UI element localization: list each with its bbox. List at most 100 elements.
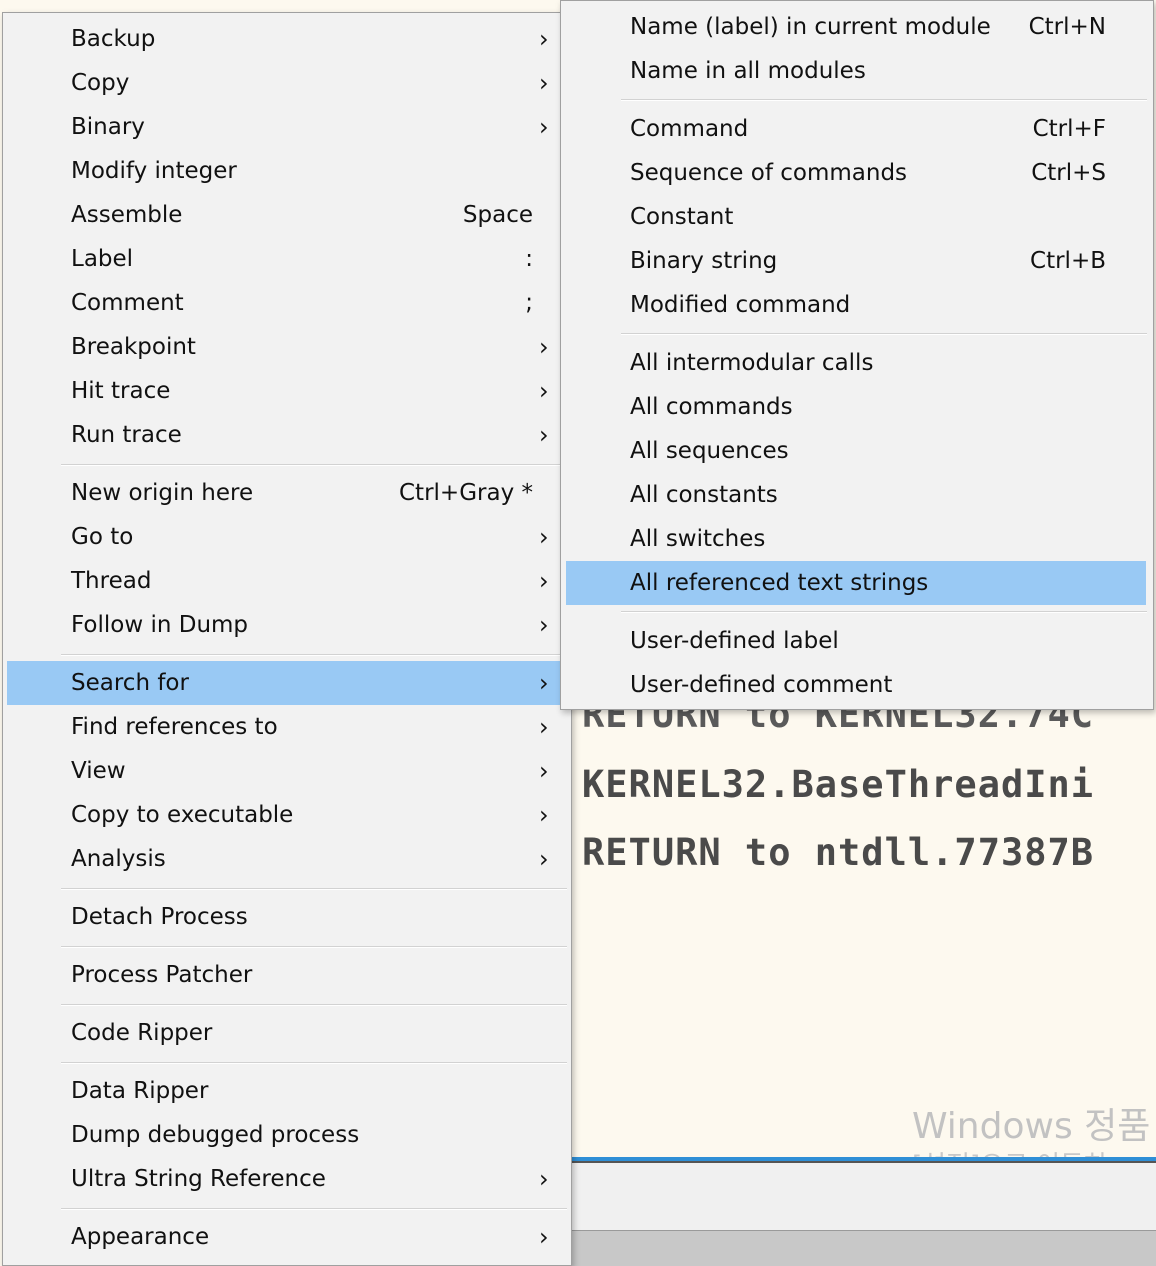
menu-separator xyxy=(61,1062,567,1064)
menu-item-shortcut: : xyxy=(525,246,533,272)
submenu-item-all-constants[interactable]: All constants xyxy=(566,473,1146,517)
submenu-item-user-defined-comment[interactable]: User-defined comment xyxy=(566,663,1146,707)
menu-item-label: All commands xyxy=(630,394,793,420)
menu-item-dump-debugged-process[interactable]: Dump debugged process xyxy=(7,1113,565,1157)
menu-item-label: Detach Process xyxy=(71,904,248,930)
menu-separator xyxy=(61,1004,567,1006)
lower-pane xyxy=(572,1163,1156,1230)
submenu-item-binary-string[interactable]: Binary string Ctrl+B xyxy=(566,239,1146,283)
menu-item-process-patcher[interactable]: Process Patcher xyxy=(7,953,565,997)
submenu-arrow-icon: › xyxy=(539,25,549,53)
menu-item-label: Dump debugged process xyxy=(71,1122,360,1148)
submenu-arrow-icon: › xyxy=(539,333,549,361)
menu-separator xyxy=(621,333,1147,335)
menu-item-label: Copy xyxy=(71,70,130,96)
submenu-item-command[interactable]: Command Ctrl+F xyxy=(566,107,1146,151)
menu-item-label: Binary string xyxy=(630,248,778,274)
menu-item-appearance[interactable]: Appearance › xyxy=(7,1215,565,1259)
menu-item-label: Modified command xyxy=(630,292,851,318)
menu-item-hit-trace[interactable]: Hit trace › xyxy=(7,369,565,413)
menu-item-label: Name (label) in current module xyxy=(630,14,991,40)
submenu-item-all-referenced-text-strings[interactable]: All referenced text strings xyxy=(566,561,1146,605)
menu-item-binary[interactable]: Binary › xyxy=(7,105,565,149)
menu-item-copy[interactable]: Copy › xyxy=(7,61,565,105)
submenu-item-all-commands[interactable]: All commands xyxy=(566,385,1146,429)
submenu-arrow-icon: › xyxy=(539,713,549,741)
menu-item-follow-in-dump[interactable]: Follow in Dump › xyxy=(7,603,565,647)
menu-separator xyxy=(61,888,567,890)
menu-item-label: Command xyxy=(630,116,749,142)
menu-item-modify-integer[interactable]: Modify integer xyxy=(7,149,565,193)
menu-separator xyxy=(621,99,1147,101)
menu-item-label: Breakpoint xyxy=(71,334,196,360)
menu-item-ultra-string-reference[interactable]: Ultra String Reference › xyxy=(7,1157,565,1201)
submenu-arrow-icon: › xyxy=(539,1223,549,1251)
activation-watermark-title: Windows 정품 xyxy=(912,1106,1151,1147)
menu-item-run-trace[interactable]: Run trace › xyxy=(7,413,565,457)
submenu-arrow-icon: › xyxy=(539,611,549,639)
menu-item-analysis[interactable]: Analysis › xyxy=(7,837,565,881)
menu-item-label: All intermodular calls xyxy=(630,350,874,376)
menu-separator xyxy=(61,946,567,948)
menu-item-label: Process Patcher xyxy=(71,962,253,988)
stack-line[interactable]: RETURN to ntdll.77387B xyxy=(582,831,1094,874)
menu-item-label: Sequence of commands xyxy=(630,160,908,186)
submenu-item-constant[interactable]: Constant xyxy=(566,195,1146,239)
menu-item-label: All referenced text strings xyxy=(630,570,929,596)
submenu-item-all-sequences[interactable]: All sequences xyxy=(566,429,1146,473)
menu-item-shortcut: ; xyxy=(525,290,533,316)
menu-item-code-ripper[interactable]: Code Ripper xyxy=(7,1011,565,1055)
horizontal-scrollbar[interactable] xyxy=(572,1230,1156,1266)
menu-item-label: View xyxy=(71,758,126,784)
submenu-arrow-icon: › xyxy=(539,845,549,873)
menu-item-assemble[interactable]: Assemble Space xyxy=(7,193,565,237)
menu-item-shortcut: Ctrl+B xyxy=(1030,248,1106,274)
menu-item-label: Modify integer xyxy=(71,158,237,184)
menu-item-detach-process[interactable]: Detach Process xyxy=(7,895,565,939)
submenu-arrow-icon: › xyxy=(539,567,549,595)
menu-item-go-to[interactable]: Go to › xyxy=(7,515,565,559)
menu-item-search-for[interactable]: Search for › xyxy=(7,661,565,705)
menu-item-view[interactable]: View › xyxy=(7,749,565,793)
menu-item-label: All constants xyxy=(630,482,778,508)
menu-item-backup[interactable]: Backup › xyxy=(7,17,565,61)
menu-item-comment[interactable]: Comment; xyxy=(7,281,565,325)
submenu-arrow-icon: › xyxy=(539,113,549,141)
submenu-item-all-intermodular-calls[interactable]: All intermodular calls xyxy=(566,341,1146,385)
submenu-item-user-defined-label[interactable]: User-defined label xyxy=(566,619,1146,663)
menu-item-label: Thread xyxy=(71,568,152,594)
menu-item-label: Constant xyxy=(630,204,734,230)
submenu-item-name-in-current-module[interactable]: Name (label) in current module Ctrl+N xyxy=(566,5,1146,49)
menu-item-label: Hit trace xyxy=(71,378,171,404)
submenu-arrow-icon: › xyxy=(539,801,549,829)
menu-item-shortcut: Space xyxy=(462,202,533,228)
submenu-arrow-icon: › xyxy=(539,69,549,97)
menu-separator xyxy=(61,464,567,466)
stack-pane xyxy=(572,690,1156,1160)
submenu-item-modified-command[interactable]: Modified command xyxy=(566,283,1146,327)
menu-item-label[interactable]: Label: xyxy=(7,237,565,281)
menu-separator xyxy=(61,1208,567,1210)
stack-line[interactable]: KERNEL32.BaseThreadIni xyxy=(582,763,1094,806)
menu-item-label: Ultra String Reference xyxy=(71,1166,326,1192)
submenu-arrow-icon: › xyxy=(539,1165,549,1193)
menu-item-label: Code Ripper xyxy=(71,1020,213,1046)
submenu-arrow-icon: › xyxy=(539,377,549,405)
menu-item-thread[interactable]: Thread › xyxy=(7,559,565,603)
menu-item-new-origin-here[interactable]: New origin here Ctrl+Gray * xyxy=(7,471,565,515)
menu-item-label: Analysis xyxy=(71,846,166,872)
menu-item-shortcut: Ctrl+S xyxy=(1031,160,1106,186)
menu-item-find-references-to[interactable]: Find references to › xyxy=(7,705,565,749)
submenu-item-all-switches[interactable]: All switches xyxy=(566,517,1146,561)
menu-item-shortcut: Ctrl+Gray * xyxy=(399,480,533,506)
menu-item-label: Backup xyxy=(71,26,156,52)
menu-item-label: Find references to xyxy=(71,714,278,740)
menu-separator xyxy=(621,611,1147,613)
menu-item-label: All switches xyxy=(630,526,766,552)
menu-item-copy-to-executable[interactable]: Copy to executable › xyxy=(7,793,565,837)
menu-item-data-ripper[interactable]: Data Ripper xyxy=(7,1069,565,1113)
submenu-item-sequence-of-commands[interactable]: Sequence of commands Ctrl+S xyxy=(566,151,1146,195)
menu-item-label: Label xyxy=(71,246,134,272)
menu-item-breakpoint[interactable]: Breakpoint › xyxy=(7,325,565,369)
submenu-item-name-in-all-modules[interactable]: Name in all modules xyxy=(566,49,1146,93)
